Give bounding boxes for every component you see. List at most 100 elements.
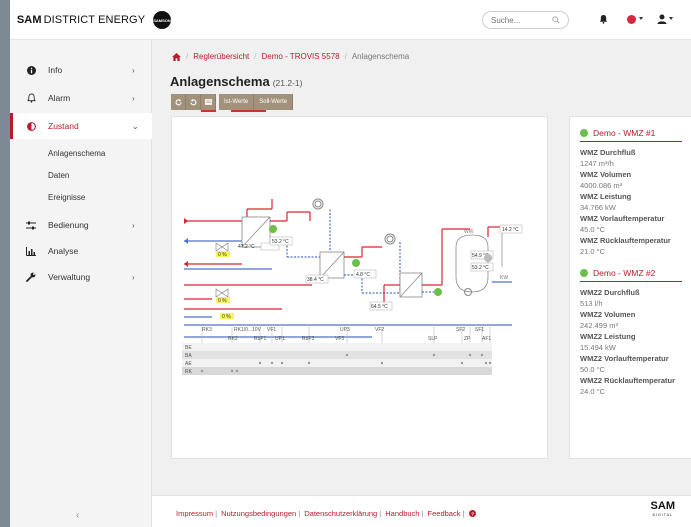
field-value: 50.0 °C [580, 365, 606, 374]
sidebar-item-label: Zustand [48, 121, 79, 131]
sidebar-subitem-ereignisse[interactable]: Ereignisse [48, 193, 85, 202]
field-label: WMZ2 Rücklauftemperatur [580, 376, 676, 385]
valve-position[interactable]: 0 % [218, 252, 227, 258]
soll-werte-button[interactable]: Soll-Werte [254, 94, 294, 110]
temp-readout[interactable]: 38.4 °C [307, 277, 324, 283]
wmz-card: Demo - WMZ #1 WMZ Durchfluß 1247 m³/h WM… [580, 128, 682, 258]
temp-readout[interactable]: 53.2 °C [472, 265, 489, 271]
breadcrumb-link[interactable]: Demo - TROVIS 5578 [262, 52, 340, 61]
heat-exchanger[interactable] [241, 216, 271, 248]
sidebar-item-bedienung[interactable]: Bedienung › [10, 212, 152, 238]
diagram-label: ZP [464, 336, 471, 342]
field-label: WMZ Volumen [580, 170, 632, 179]
heat-exchanger[interactable] [399, 272, 423, 298]
field-label: WMZ Durchfluß [580, 148, 636, 157]
footer-link[interactable]: Nutzungsbedingungen [221, 509, 296, 518]
refresh-button[interactable] [171, 94, 186, 110]
sidebar-item-info[interactable]: Info › [10, 57, 152, 83]
footer-link[interactable]: Datenschutzerklärung [304, 509, 377, 518]
help-icon[interactable]: ? [468, 510, 476, 517]
home-icon[interactable] [172, 52, 181, 61]
footer-link[interactable]: Handbuch [385, 509, 419, 518]
sidebar-item-label: Info [48, 65, 63, 75]
wmz-header[interactable]: Demo - WMZ #2 [580, 268, 682, 282]
valve-position[interactable]: 0 % [222, 314, 231, 320]
plant-diagram-panel: 47.2 °C 53.2 °C 38.4 °C 4.8 °C 64.5 °C W… [171, 116, 548, 459]
field-value: 21.0 °C [580, 247, 606, 256]
brand-name: SAM [16, 14, 42, 26]
field-label: WMZ2 Leistung [580, 332, 636, 341]
chevron-right-icon: › [132, 65, 135, 75]
footer-link[interactable]: Impressum [176, 509, 213, 518]
main-content: / Reglerübersicht / Demo - TROVIS 5578 /… [152, 40, 691, 527]
field-value: 1247 m³/h [580, 159, 614, 168]
heat-exchanger[interactable] [319, 251, 345, 279]
chevron-down-icon[interactable] [669, 17, 673, 20]
bell-icon[interactable] [599, 14, 608, 24]
field-value: 15.494 kW [580, 343, 616, 352]
sidebar: Info › Alarm › Zustand ⌄ Anlagenschema D… [10, 40, 152, 527]
wmz-header[interactable]: Demo - WMZ #1 [580, 128, 682, 142]
svg-text:?: ? [471, 511, 474, 517]
field-value: 513 l/h [580, 299, 603, 308]
user-icon[interactable] [656, 13, 668, 25]
chevron-right-icon: › [132, 220, 135, 230]
sidebar-item-zustand[interactable]: Zustand ⌄ [10, 113, 152, 139]
field-label: WMZ Vorlauftemperatur [580, 214, 665, 223]
search-icon[interactable] [552, 16, 560, 24]
diagram-label: RK3 [202, 327, 212, 333]
sidebar-item-alarm[interactable]: Alarm › [10, 85, 152, 111]
temp-readout[interactable]: 47.2 °C [238, 244, 255, 250]
sidebar-item-label: Bedienung [48, 220, 89, 230]
search-input[interactable] [491, 15, 549, 25]
field-value: 24.0 °C [580, 387, 606, 396]
chevron-down-icon[interactable] [639, 17, 643, 20]
diagram-label: UP1 [275, 336, 285, 342]
temp-readout[interactable]: 53.2 °C [272, 239, 289, 245]
plant-schematic: 47.2 °C 53.2 °C 38.4 °C 4.8 °C 64.5 °C W… [182, 198, 523, 375]
status-indicator[interactable] [627, 15, 636, 24]
breadcrumb-link[interactable]: Reglerübersicht [193, 52, 249, 61]
chevron-right-icon: › [132, 272, 135, 282]
wmz-card: Demo - WMZ #2 WMZ2 Durchfluß 513 l/h WMZ… [580, 268, 682, 398]
footer-links: Impressum | Nutzungsbedingungen | Datensch… [176, 509, 476, 518]
field-value: 45.0 °C [580, 225, 606, 234]
footer: Impressum | Nutzungsbedingungen | Datensch… [152, 495, 691, 527]
temp-readout[interactable]: 64.5 °C [371, 304, 388, 310]
card-view-button[interactable] [201, 94, 216, 112]
diagram-label: VF1 [267, 327, 276, 333]
status-dot [580, 269, 588, 277]
breadcrumb-current: Anlagenschema [351, 52, 410, 61]
diagram-label: UP3 [340, 327, 350, 333]
ist-active-indicator [231, 110, 266, 112]
field-label: WMZ2 Volumen [580, 310, 636, 319]
refresh-icon [175, 98, 181, 105]
history-button[interactable] [186, 94, 201, 110]
search-box[interactable] [482, 11, 569, 29]
sidebar-item-verwaltung[interactable]: Verwaltung › [10, 264, 152, 290]
sidebar-subitem-daten[interactable]: Daten [48, 171, 69, 180]
page-title: Anlagenschema (21.2-1) [170, 74, 303, 89]
field-label: WMZ Rücklauftemperatur [580, 236, 671, 245]
footer-link[interactable]: Feedback [428, 509, 461, 518]
diagram-label: RK2 [228, 336, 238, 342]
sidebar-subitem-anlagenschema[interactable]: Anlagenschema [48, 149, 105, 158]
field-label: WMZ2 Durchfluß [580, 288, 640, 297]
field-label: WMZ2 Vorlauftemperatur [580, 354, 669, 363]
temp-readout[interactable]: 4.8 °C [356, 272, 370, 278]
top-bar: SAM DISTRICT ENERGY SAMSON [10, 0, 691, 40]
breadcrumb: / Reglerübersicht / Demo - TROVIS 5578 /… [172, 52, 409, 61]
sidebar-item-analyse[interactable]: Analyse [10, 238, 152, 264]
sidebar-item-label: Alarm [48, 93, 71, 103]
valve-position[interactable]: 0 % [218, 298, 227, 304]
field-value: 4000.086 m³ [580, 181, 623, 190]
diagram-label: RK1/0...10V [234, 327, 262, 333]
sliders-icon [26, 220, 36, 230]
collapse-sidebar-icon[interactable]: ‹ [76, 510, 79, 521]
app-window: SAMDISTRICT ENERGY SAMSON Info › Alarm ›… [10, 0, 691, 527]
temp-readout[interactable]: 14.2 °C [502, 227, 519, 233]
history-icon [190, 98, 196, 105]
diagram-label: RüF3 [302, 336, 314, 342]
brand-logo[interactable]: SAM DISTRICT ENERGY [10, 0, 152, 40]
ist-werte-button[interactable]: Ist-Werte [219, 94, 255, 110]
